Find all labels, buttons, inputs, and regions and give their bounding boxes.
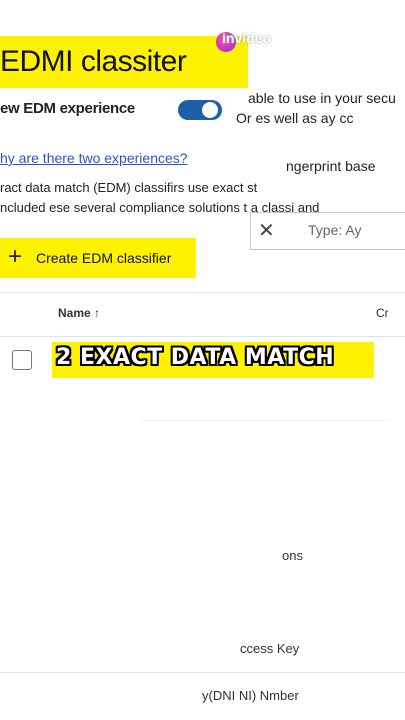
toggle-knob [202, 102, 218, 118]
list-item[interactable]: y(DNI NI) Nmber [202, 688, 299, 703]
search-placeholder: Type: Ay [308, 222, 362, 238]
experience-info-text: able to use in your secu [248, 90, 396, 106]
list-item[interactable]: ons [282, 548, 303, 563]
list-item[interactable]: ccess Key [240, 641, 299, 656]
create-edm-button[interactable]: Create EDM classifier [36, 250, 171, 266]
overlay-block [248, 44, 284, 74]
plus-icon[interactable]: + [8, 243, 22, 271]
watermark: invideo [222, 30, 272, 46]
column-header-name[interactable]: Name ↑ [58, 306, 100, 320]
page-title: EDMI classiter [0, 45, 187, 78]
column-header-cr[interactable]: Cr [376, 306, 389, 320]
divider [0, 336, 405, 337]
close-icon[interactable]: ✕ [258, 218, 275, 243]
divider [140, 420, 390, 421]
two-experiences-link[interactable]: hy are there two experiences? [0, 150, 188, 166]
divider [0, 292, 405, 293]
experience-info-text-2: Or es well as ay cc [236, 110, 354, 126]
video-caption: 2 EXACT DATA MATCH [56, 345, 335, 370]
fingerprint-text: ngerprint base [286, 158, 376, 174]
new-experience-label: ew EDM experience [0, 100, 135, 117]
row-checkbox[interactable] [12, 350, 32, 370]
description-line-1: ract data match (EDM) classifirs use exa… [0, 180, 258, 195]
divider [0, 672, 405, 673]
